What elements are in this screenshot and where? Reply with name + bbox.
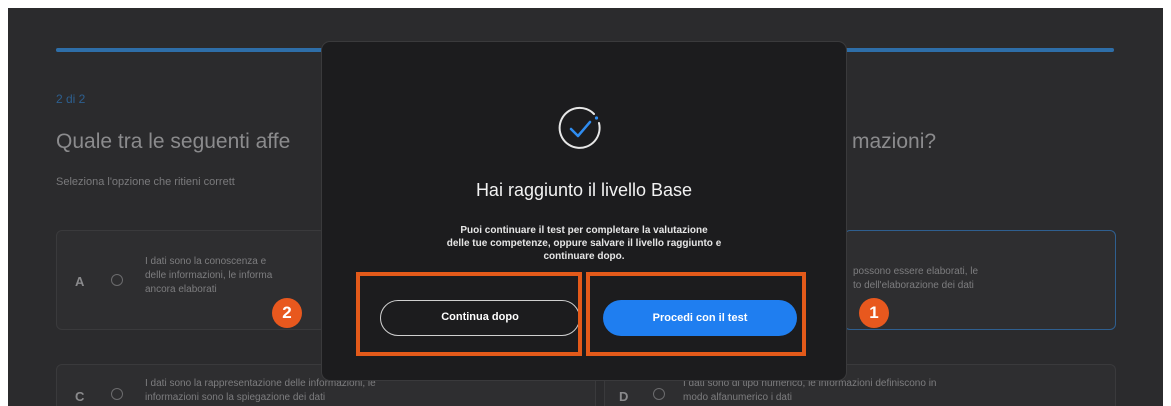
option-a-letter: A — [75, 274, 85, 289]
option-c-letter: C — [75, 389, 85, 404]
option-a-line-3: ancora elaborati — [145, 284, 217, 295]
option-c-radio[interactable] — [111, 388, 123, 400]
modal-body-line-3: continuare dopo. — [543, 251, 625, 262]
option-c-line-2: informazioni sono la spiegazione dei dat… — [145, 392, 326, 403]
option-a-radio[interactable] — [111, 274, 123, 286]
modal-title: Hai raggiunto il livello Base — [475, 180, 693, 200]
modal-body-line-2: delle tue competenze, oppure salvare il … — [446, 238, 722, 249]
option-a-line-2: delle informazioni, le informa — [145, 270, 273, 281]
question-instruction: Seleziona l'opzione che ritieni corrett — [56, 176, 235, 188]
option-a-line-1: I dati sono la conoscenza e — [145, 256, 267, 267]
question-title: Quale tra le seguenti affe — [56, 130, 291, 153]
option-d-line-2: modo alfanumerico i dati — [683, 392, 792, 403]
option-d-radio[interactable] — [653, 388, 665, 400]
option-d-letter: D — [619, 389, 629, 404]
question-counter: 2 di 2 — [56, 92, 86, 106]
check-circle-icon — [557, 106, 603, 152]
highlight-proceed — [586, 272, 806, 356]
option-b-line-1: possono essere elaborati, le — [853, 266, 979, 277]
step-badge-2: 2 — [272, 298, 302, 328]
quiz-page: 2 di 2 Quale tra le seguenti affe mazion… — [8, 8, 1163, 406]
step-badge-1: 1 — [859, 298, 889, 328]
question-title-end: mazioni? — [852, 130, 937, 153]
modal-body-line-1: Puoi continuare il test per completare l… — [460, 225, 708, 236]
option-b-line-2: to dell'elaborazione dei dati — [853, 280, 974, 291]
modal-body: Puoi continuare il test per completare l… — [392, 224, 776, 263]
highlight-continue-later — [356, 272, 582, 356]
